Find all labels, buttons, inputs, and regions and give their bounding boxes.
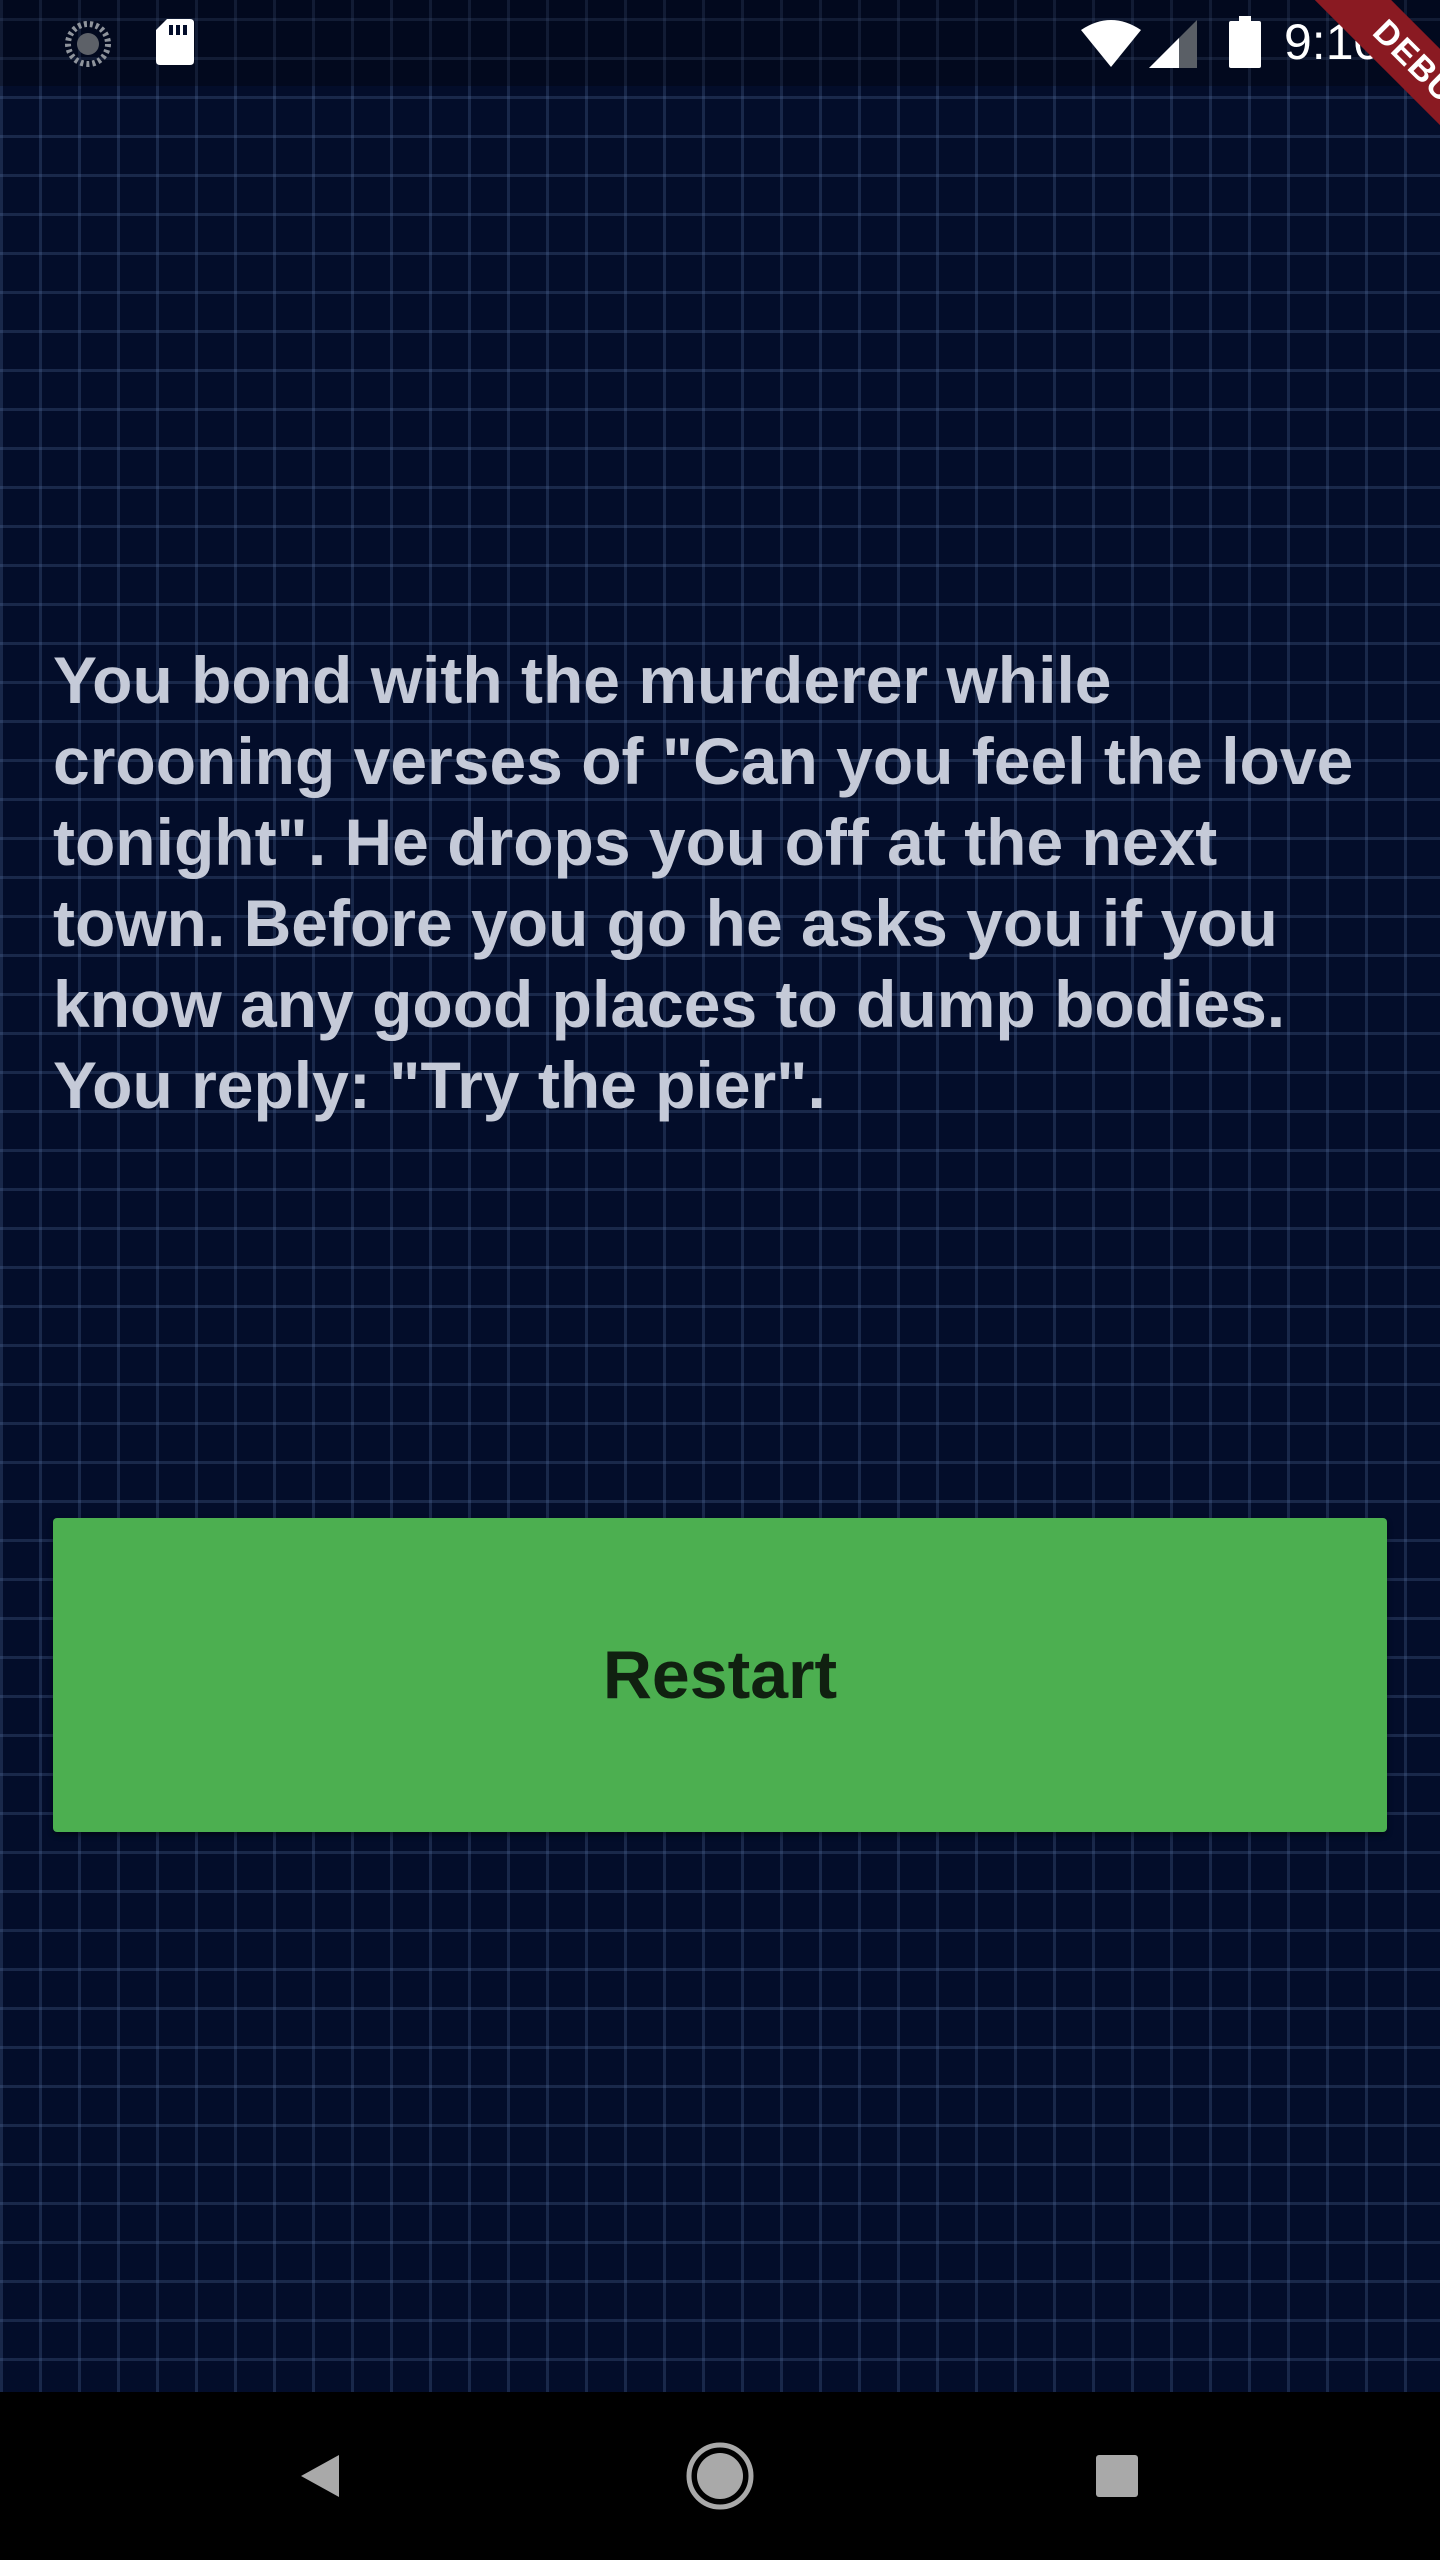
recents-icon: [1096, 2455, 1138, 2497]
home-icon: [686, 2442, 754, 2510]
back-icon: [301, 2455, 339, 2497]
story-text: You bond with the murderer while croonin…: [53, 643, 1354, 1122]
sd-card-icon: [156, 19, 194, 65]
status-bar: 9:10: [0, 0, 1440, 86]
loading-icon: [65, 21, 111, 67]
navigation-bar: [0, 2392, 1440, 2560]
debug-banner: DEBUG: [1240, 0, 1440, 200]
home-button[interactable]: [670, 2426, 770, 2526]
app-screen: 9:10 DEBUG You bond with the murderer wh…: [0, 0, 1440, 2560]
grid-background: [0, 0, 1440, 2392]
recents-button[interactable]: [1067, 2426, 1167, 2526]
debug-banner-label: DEBUG: [1312, 0, 1440, 183]
wifi-icon: [1081, 20, 1141, 67]
restart-button[interactable]: Restart: [53, 1518, 1387, 1832]
back-button[interactable]: [270, 2426, 370, 2526]
cell-signal-icon: [1149, 20, 1197, 68]
